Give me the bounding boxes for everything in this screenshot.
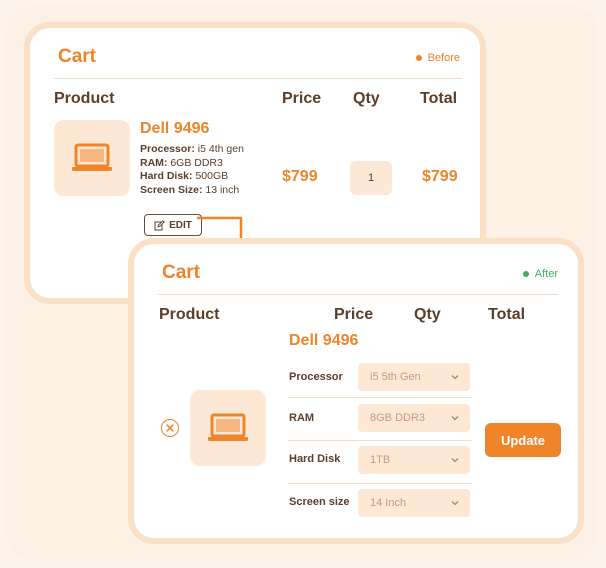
- state-badge-after: After: [522, 268, 558, 280]
- col-product: Product: [159, 306, 220, 323]
- edit-button[interactable]: EDIT: [144, 214, 202, 236]
- state-label: Before: [427, 52, 460, 64]
- col-total: Total: [420, 90, 458, 107]
- processor-select[interactable]: i5 5th Gen: [358, 363, 470, 391]
- product-thumbnail: [190, 390, 266, 466]
- product-thumbnail: [54, 120, 130, 196]
- state-dot: [415, 55, 422, 61]
- chevron-down-icon: [451, 375, 459, 380]
- hard-disk-select[interactable]: 1TB: [358, 446, 470, 474]
- col-product: Product: [54, 90, 115, 107]
- chevron-down-icon: [451, 501, 459, 506]
- option-label-screen-size: Screen size: [289, 496, 350, 508]
- spec-processor: Processor: i5 4th gen: [140, 143, 244, 155]
- state-badge-before: Before: [415, 52, 460, 64]
- quantity-field[interactable]: 1: [350, 161, 392, 195]
- spec-hard-disk: Hard Disk: 500GB: [140, 170, 229, 182]
- laptop-icon: [208, 413, 248, 441]
- col-price: Price: [334, 306, 374, 323]
- divider: [288, 483, 472, 484]
- cart-title: Cart: [58, 46, 97, 67]
- ram-select[interactable]: 8GB DDR3: [358, 404, 470, 432]
- option-label-processor: Processor: [289, 371, 343, 383]
- col-total: Total: [488, 306, 526, 323]
- state-dot: [522, 271, 529, 277]
- product-specs: Processor: i5 4th gen RAM: 6GB DDR3 Hard…: [140, 143, 244, 197]
- product-name: Dell 9496: [289, 332, 359, 349]
- remove-item-button[interactable]: [161, 419, 179, 437]
- update-button[interactable]: Update: [485, 423, 561, 457]
- col-qty: Qty: [414, 306, 441, 323]
- cart-after-card: Cart After Product Price Qty Total Dell …: [128, 238, 584, 544]
- col-price: Price: [282, 90, 322, 107]
- edit-label: EDIT: [169, 219, 192, 231]
- laptop-icon: [72, 143, 112, 171]
- option-label-hard-disk: Hard Disk: [289, 453, 341, 465]
- screen-size-value: 14 Inch: [370, 497, 407, 509]
- col-qty: Qty: [353, 90, 380, 107]
- screen-size-select[interactable]: 14 Inch: [358, 489, 470, 517]
- close-icon: [166, 424, 174, 432]
- product-name: Dell 9496: [140, 120, 210, 137]
- spec-screen-size: Screen Size: 13 inch: [140, 183, 240, 196]
- ram-value: 8GB DDR3: [370, 412, 426, 424]
- divider: [288, 440, 472, 441]
- hard-disk-value: 1TB: [370, 454, 391, 466]
- divider: [54, 78, 462, 79]
- cart-title: Cart: [162, 262, 201, 283]
- chevron-down-icon: [451, 458, 459, 463]
- processor-value: i5 5th Gen: [370, 371, 421, 383]
- product-total: $799: [422, 168, 458, 185]
- product-price: $799: [282, 168, 318, 185]
- option-label-ram: RAM: [289, 412, 315, 424]
- state-label: After: [534, 268, 558, 280]
- spec-ram: RAM: 6GB DDR3: [140, 156, 223, 169]
- edit-icon: [154, 219, 165, 230]
- divider: [158, 294, 558, 295]
- divider: [288, 397, 472, 398]
- chevron-down-icon: [451, 416, 459, 421]
